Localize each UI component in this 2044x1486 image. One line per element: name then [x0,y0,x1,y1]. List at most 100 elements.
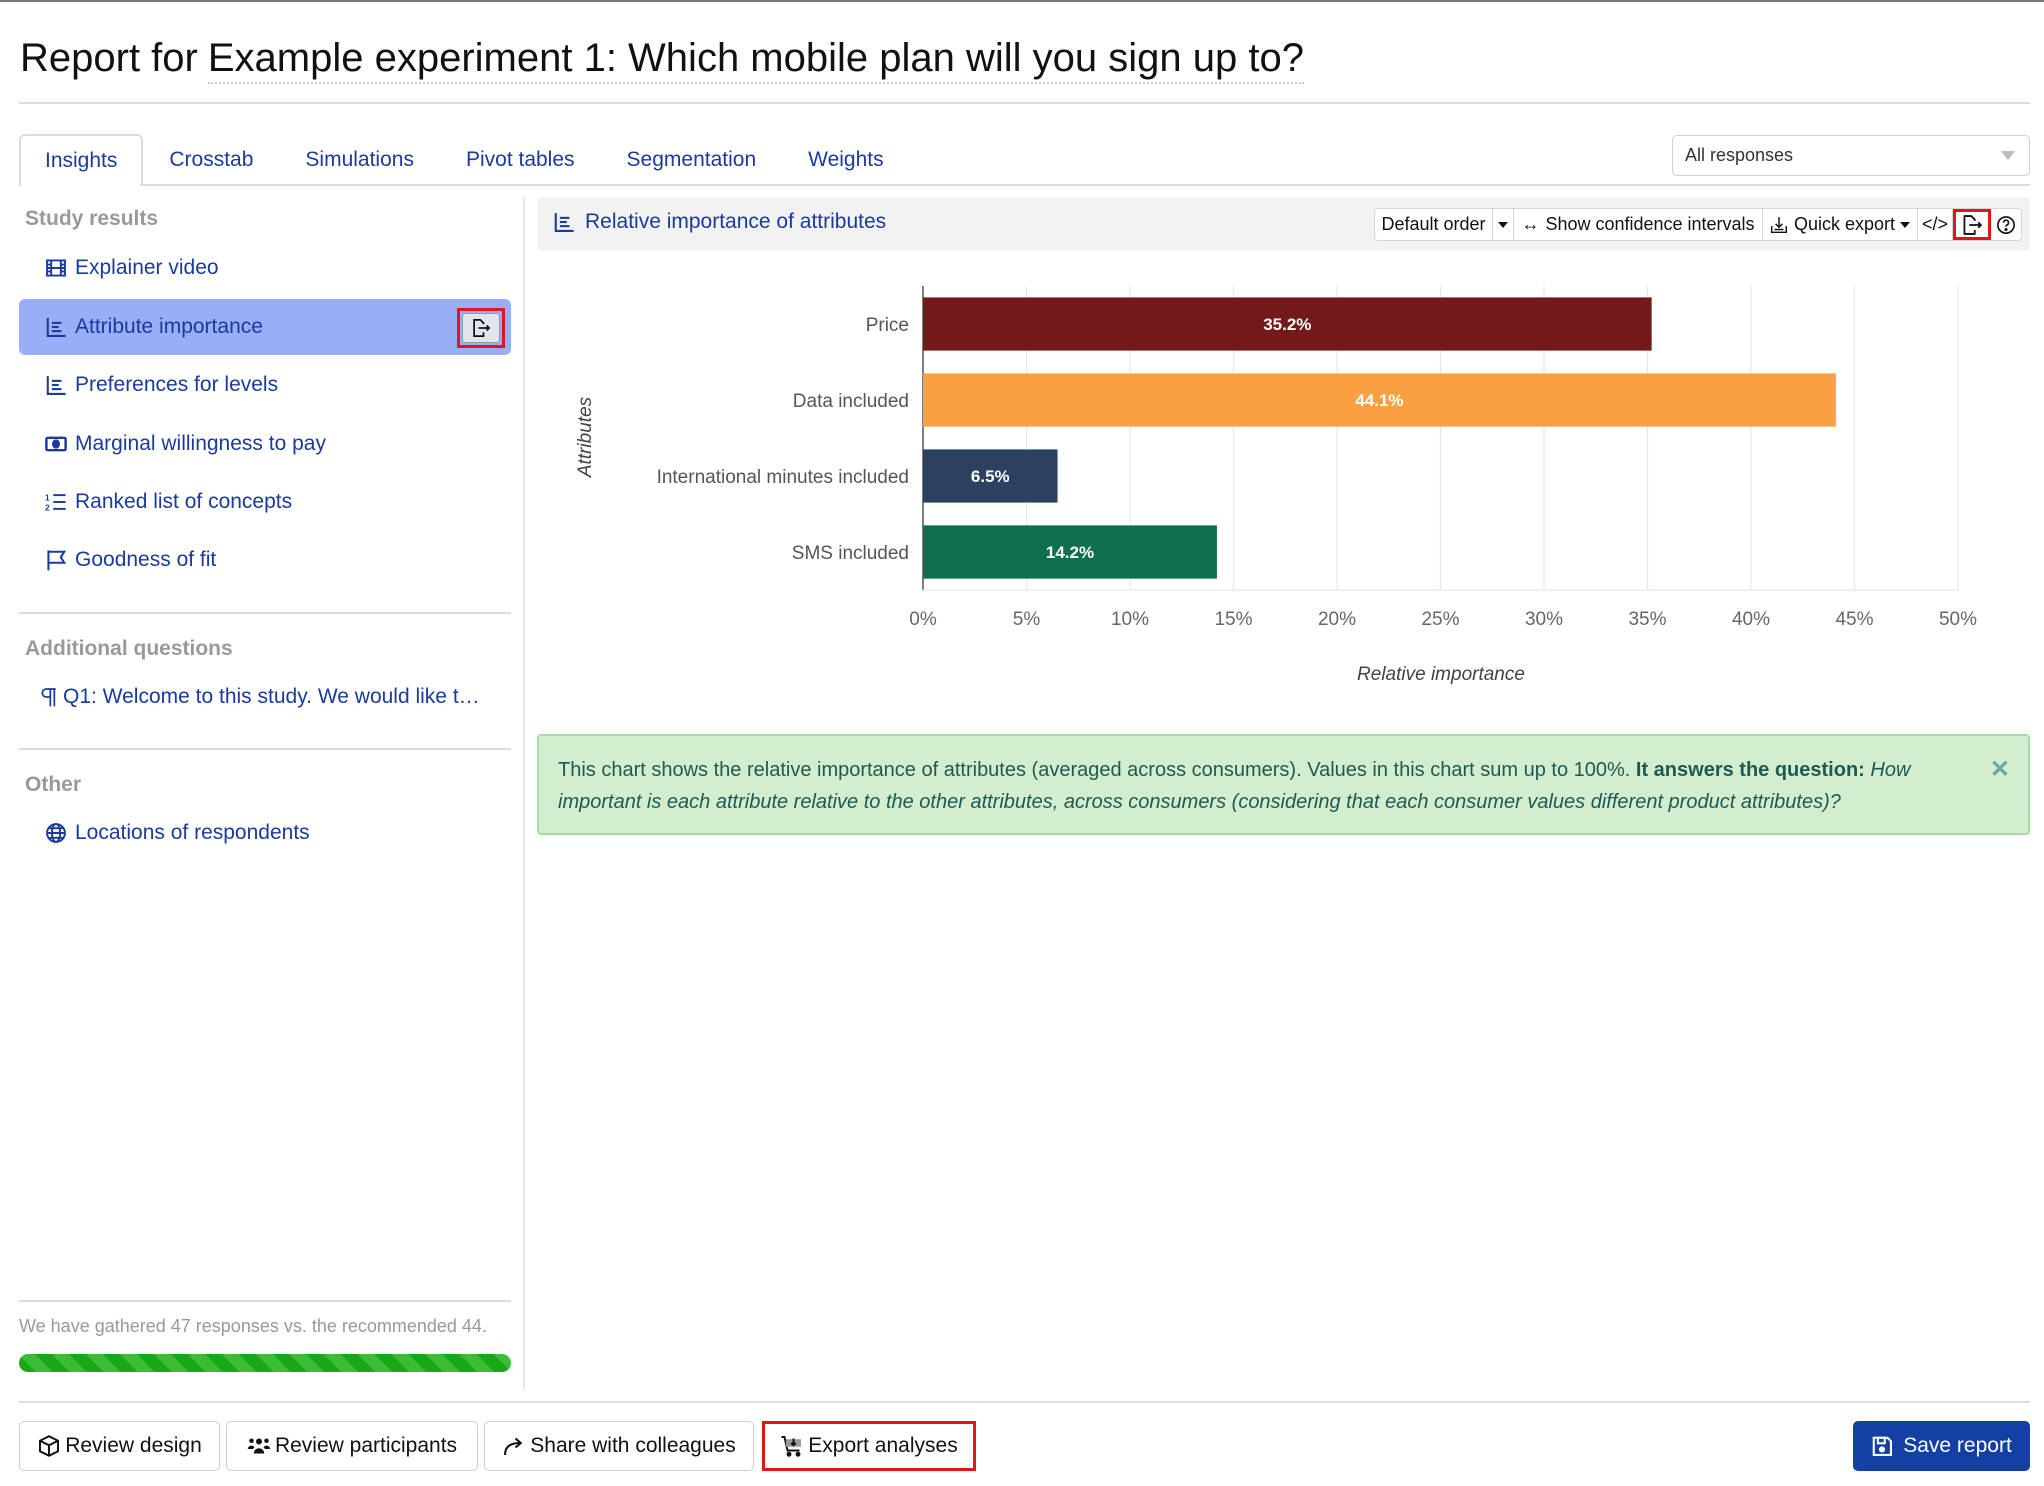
response-filter-select[interactable]: All responses [1672,135,2030,176]
chart-x-axis-label: Relative importance [1357,664,1525,685]
sidebar-item-label: Marginal willingness to pay [75,432,326,455]
category-label: Data included [793,391,909,412]
sidebar-divider [19,1300,511,1302]
x-tick-label: 25% [1421,609,1459,630]
title-divider [19,102,2030,104]
tab-pivot-tables[interactable]: Pivot tables [440,134,601,185]
chart-explanation-alert: This chart shows the relative importance… [537,734,2030,835]
review-participants-label: Review participants [274,1434,458,1457]
category-label: Price [866,315,909,336]
tab-crosstab[interactable]: Crosstab [143,134,279,185]
review-participants-button[interactable]: Review participants [226,1421,478,1471]
sidebar-vertical-divider [523,197,525,1389]
sidebar-item-goodness-of-fit[interactable]: Goodness of fit [19,532,511,588]
sidebar-item-label: Explainer video [75,256,219,279]
arrows-horizontal-icon: ↔ [1521,214,1540,234]
sidebar-heading-other: Other [25,773,82,796]
save-report-button[interactable]: Save report [1853,1421,2030,1471]
sort-order-dropdown[interactable] [1493,209,1514,240]
caret-down-icon [1498,221,1508,228]
bar-chart-icon [45,316,67,338]
paragraph-icon [41,686,57,708]
sidebar-item-label: Attribute importance [75,315,263,338]
x-tick-label: 30% [1525,609,1563,630]
x-tick-label: 50% [1939,609,1977,630]
responses-note: We have gathered 47 responses vs. the re… [19,1316,487,1336]
quick-export-button[interactable]: Quick export [1763,209,1918,240]
response-filter-value: All responses [1685,145,1794,165]
sidebar-divider [19,748,511,750]
review-design-button[interactable]: Review design [19,1421,220,1471]
sidebar-item-locations-of-respondents[interactable]: Locations of respondents [19,805,511,861]
progress-fill [19,1354,511,1372]
export-analyses-label: Export analyses [808,1434,958,1457]
chart-panel-title-text: Relative importance of attributes [585,210,887,233]
page-title: Report for Example experiment 1: Which mo… [20,32,1304,84]
review-design-label: Review design [65,1434,202,1457]
chevron-down-icon [2001,151,2015,160]
bar-chart-icon [554,213,574,232]
export-analyses-button[interactable]: Export analyses [762,1421,976,1471]
tab-insights[interactable]: Insights [19,134,144,187]
export-icon [1963,214,1982,235]
x-tick-label: 15% [1214,609,1252,630]
x-tick-label: 35% [1628,609,1666,630]
share-label: Share with colleagues [530,1434,736,1457]
relative-importance-chart: Price Data included International minutes … [575,286,1977,685]
report-name[interactable]: Example experiment 1: Which mobile plan … [207,36,1304,84]
tabs-divider [140,184,2030,186]
share-with-colleagues-button[interactable]: Share with colleagues [484,1421,754,1471]
help-button[interactable] [1991,209,2021,240]
footer-divider [19,1401,2030,1403]
info-bold: It answers the question: [1635,759,1865,781]
x-tick-label: 10% [1111,609,1149,630]
sidebar-item-label: Goodness of fit [75,548,217,571]
chart-value-labels: 35.2% 44.1% 6.5% 14.2% [971,315,1404,562]
flag-icon [45,549,67,571]
sidebar-item-ranked-list-of-concepts[interactable]: 12 Ranked list of concepts [19,474,511,530]
value-label: 44.1% [1355,391,1403,410]
people-icon [247,1438,271,1454]
chart-toolbar: Default order ↔ Show confidence interval… [1374,208,2022,241]
save-report-label: Save report [1903,1434,2012,1457]
sort-order-button[interactable]: Default order [1375,209,1493,240]
tab-simulations[interactable]: Simulations [279,134,440,185]
embed-code-button[interactable]: </> [1918,209,1953,240]
tab-weights[interactable]: Weights [782,134,909,185]
sidebar-item-q1[interactable]: Q1: Welcome to this study. We would like… [19,669,511,725]
category-label: International minutes included [657,467,909,488]
responses-progress-bar [19,1354,511,1372]
sidebar-item-preferences-for-levels[interactable]: Preferences for levels [19,357,511,413]
sidebar-item-label: Ranked list of concepts [75,490,293,513]
film-icon [45,257,67,279]
show-confidence-intervals-button[interactable]: ↔ Show confidence intervals [1514,209,1763,240]
chart-bars [923,297,1836,579]
add-to-export-button[interactable] [1953,209,1991,240]
sidebar-item-label: Q1: Welcome to this study. We would like… [63,685,480,708]
value-label: 6.5% [971,467,1010,486]
value-label: 14.2% [1046,543,1094,562]
svg-text:1: 1 [45,494,50,503]
quick-export-label: Quick export [1793,214,1896,234]
x-tick-label: 5% [1013,609,1041,630]
sidebar-item-marginal-willingness-to-pay[interactable]: Marginal willingness to pay [19,416,511,472]
chart-y-axis-label: Attributes [575,396,596,478]
box-icon [39,1435,60,1457]
code-icon: </> [1921,214,1949,234]
sidebar-item-attribute-importance[interactable]: Attribute importance [19,299,511,355]
cart-icon [781,1436,802,1457]
sidebar-item-label: Preferences for levels [75,373,279,396]
export-to-cart-button[interactable] [457,308,505,348]
x-tick-label: 45% [1835,609,1873,630]
close-icon[interactable]: ✕ [1990,754,2010,786]
tab-segmentation[interactable]: Segmentation [601,134,783,185]
x-tick-label: 40% [1732,609,1770,630]
sidebar-item-explainer-video[interactable]: Explainer video [19,240,511,296]
export-icon [473,319,491,337]
cash-icon [45,433,67,455]
sidebar-heading-study-results: Study results [25,207,159,230]
chart-x-tick-labels: 0% 5% 10% 15% 20% 25% 30% 35% 40% 45% 50% [909,609,1977,630]
help-icon [1997,215,2015,234]
sidebar-item-label: Locations of respondents [75,821,310,844]
category-label: SMS included [792,543,909,564]
